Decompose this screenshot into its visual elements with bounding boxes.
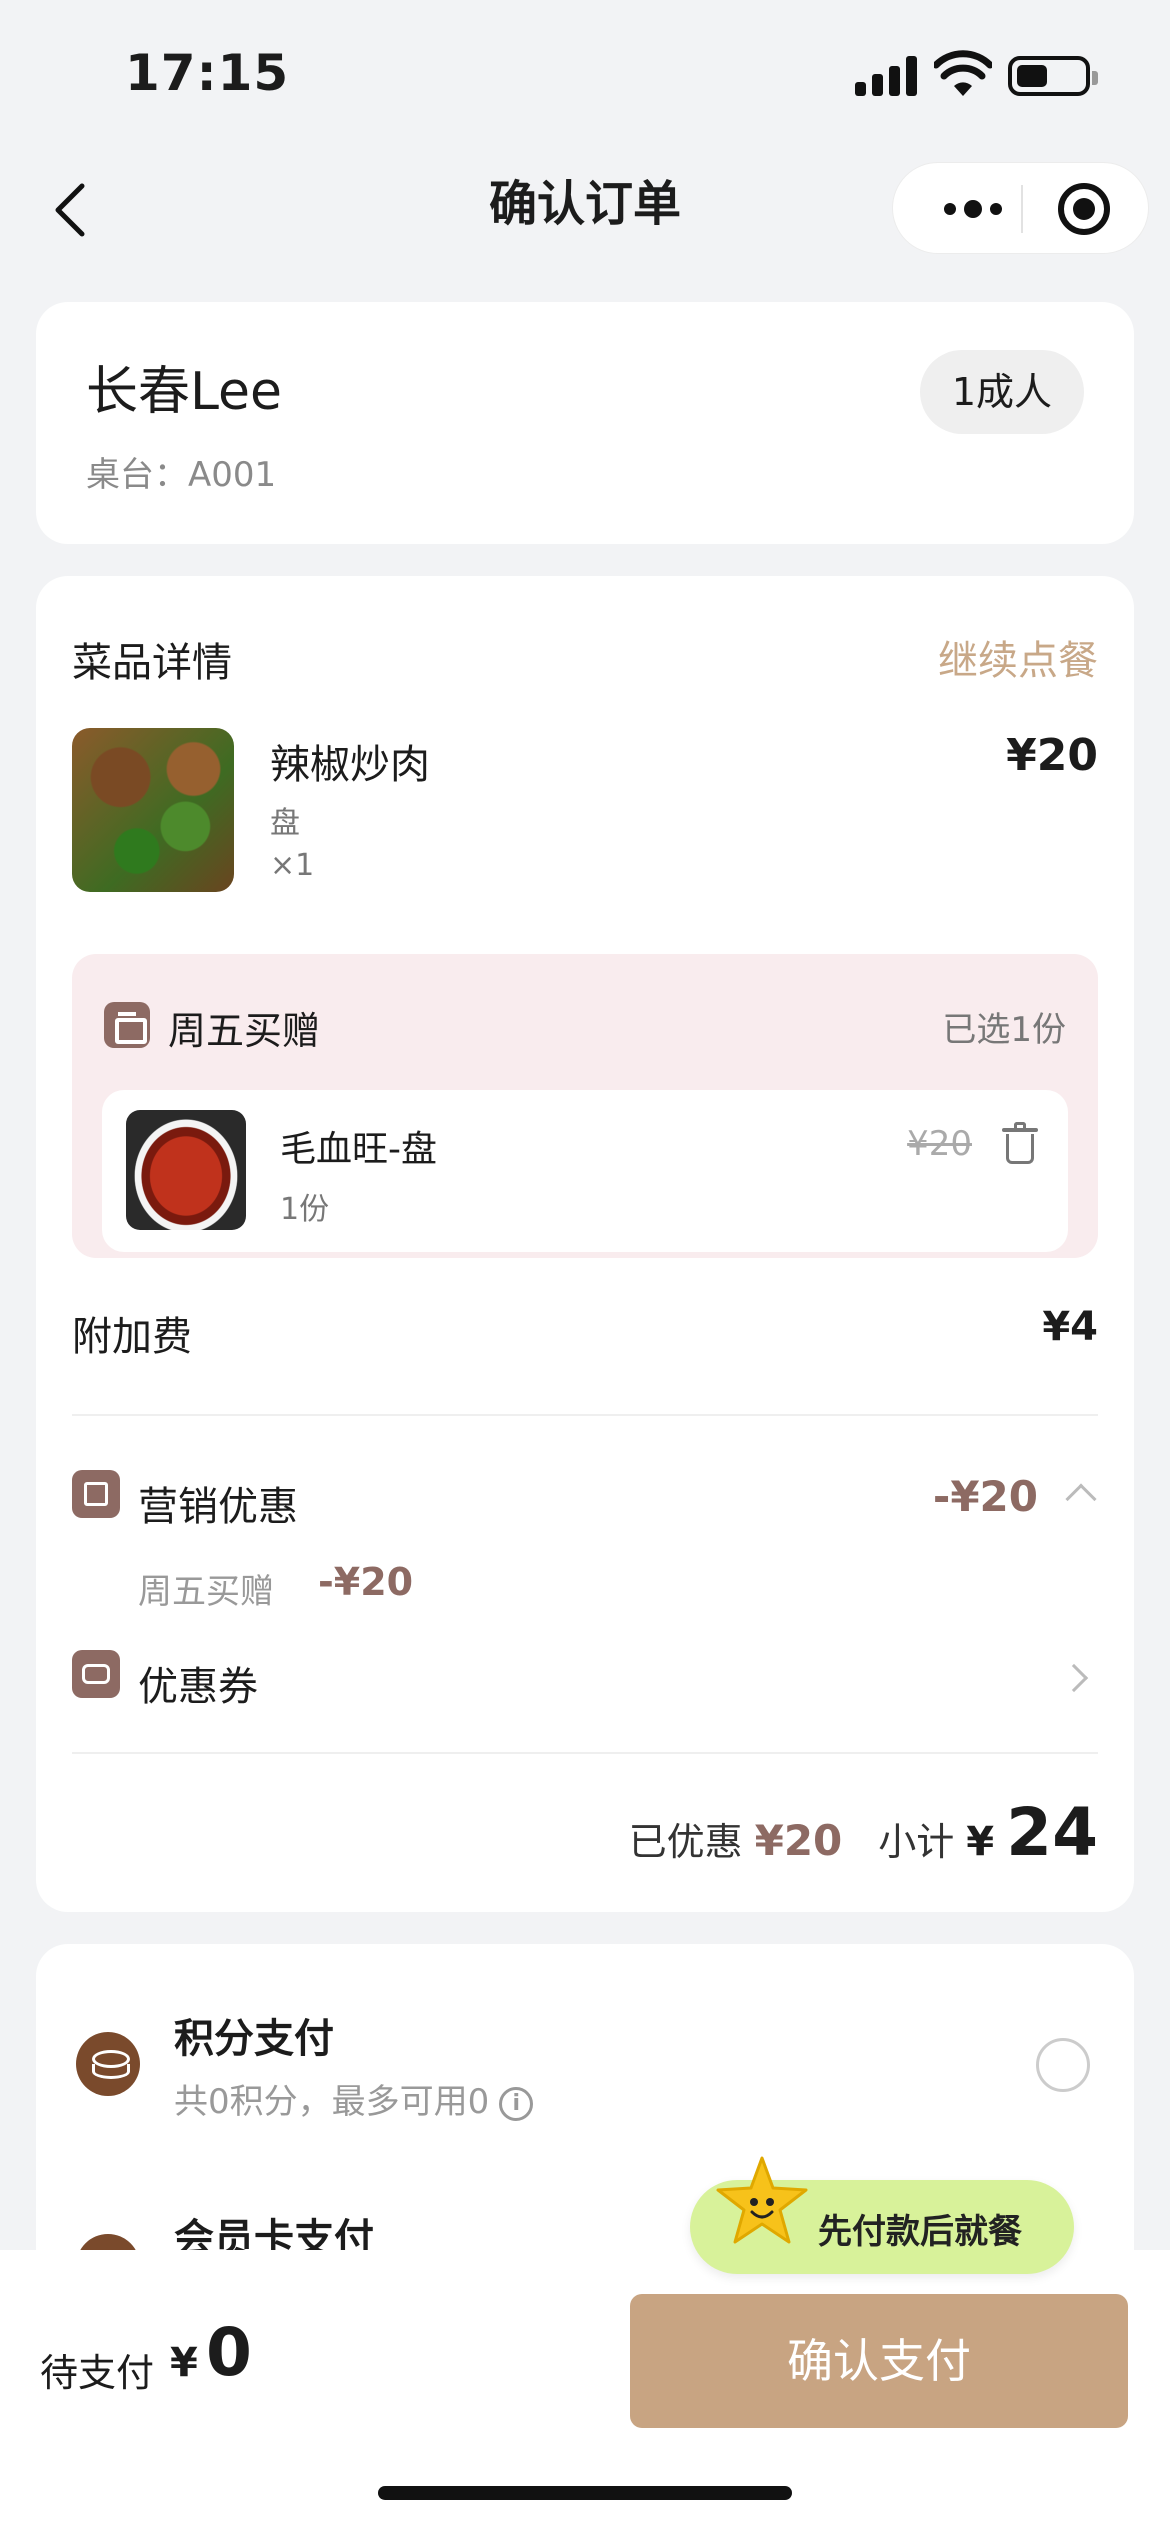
dish-section-title: 菜品详情 bbox=[72, 640, 232, 686]
subtotal-value: 24 bbox=[1006, 1794, 1098, 1871]
nav-bar: 确认订单 bbox=[0, 150, 1170, 270]
user-name: 长春Lee bbox=[86, 362, 283, 422]
pending-pay-currency: ¥ bbox=[170, 2340, 198, 2386]
marketing-discount-value: -¥20 bbox=[932, 1472, 1038, 1521]
gift-icon bbox=[104, 1002, 150, 1048]
mini-program-capsule bbox=[892, 162, 1149, 254]
marketing-discount-label[interactable]: 营销优惠 bbox=[138, 1474, 298, 1532]
promo-title: 周五买赠 bbox=[168, 1009, 321, 1053]
gift-original-price: ¥20 bbox=[907, 1124, 972, 1164]
order-summary: 已优惠 ¥20 小计 ¥ 24 bbox=[629, 1794, 1098, 1871]
pending-pay-amount: 0 bbox=[206, 2314, 252, 2391]
subtotal-currency: ¥ bbox=[966, 1819, 995, 1865]
coupon-icon bbox=[72, 1650, 120, 1698]
info-icon[interactable]: i bbox=[499, 2086, 534, 2121]
points-pay-radio[interactable] bbox=[1036, 2038, 1090, 2092]
dish-image bbox=[72, 728, 234, 892]
capsule-divider bbox=[1021, 185, 1023, 233]
marketing-detail-value: -¥20 bbox=[318, 1560, 414, 1604]
more-icon[interactable] bbox=[928, 189, 1018, 229]
promo-gift-box: 周五买赠 已选1份 毛血旺-盘 1份 ¥20 bbox=[72, 954, 1098, 1258]
status-time: 17:15 bbox=[125, 44, 290, 102]
pending-pay-label: 待支付 bbox=[40, 2351, 155, 2395]
subtotal-label: 小计 bbox=[878, 1820, 955, 1864]
signal-icon bbox=[855, 56, 917, 96]
wifi-icon bbox=[934, 50, 992, 96]
status-bar: 17:15 bbox=[0, 0, 1170, 150]
home-indicator bbox=[378, 2486, 792, 2500]
dish-name: 辣椒炒肉 bbox=[270, 742, 430, 788]
points-pay-desc: 共0积分，最多可用0 i bbox=[174, 2074, 534, 2123]
confirm-pay-button[interactable]: 确认支付 bbox=[630, 2294, 1128, 2428]
gift-item: 毛血旺-盘 1份 ¥20 bbox=[102, 1090, 1068, 1252]
promo-selected-count: 已选1份 bbox=[942, 1010, 1066, 1050]
marketing-icon bbox=[72, 1470, 120, 1518]
gift-image bbox=[126, 1110, 246, 1230]
dish-unit: 盘 bbox=[270, 806, 300, 841]
coupon-label[interactable]: 优惠券 bbox=[138, 1654, 258, 1712]
user-card: 长春Lee 桌台：A001 1成人 bbox=[36, 302, 1134, 544]
surcharge-label: 附加费 bbox=[72, 1314, 192, 1360]
table-number: 桌台：A001 bbox=[86, 455, 277, 495]
battery-icon bbox=[1008, 56, 1098, 96]
chevron-up-icon[interactable] bbox=[1065, 1483, 1097, 1515]
coins-icon bbox=[76, 2032, 140, 2096]
surcharge-value: ¥4 bbox=[1042, 1304, 1098, 1350]
discount-label: 已优惠 bbox=[628, 1820, 743, 1864]
trash-icon[interactable] bbox=[1002, 1122, 1038, 1168]
close-target-icon[interactable] bbox=[1058, 183, 1110, 235]
points-desc-text: 共0积分，最多可用0 bbox=[174, 2082, 490, 2122]
pay-first-tip-text: 先付款后就餐 bbox=[818, 2212, 1022, 2252]
dish-price: ¥20 bbox=[1006, 730, 1098, 781]
gift-name: 毛血旺-盘 bbox=[280, 1129, 437, 1170]
star-mascot-icon bbox=[716, 2156, 808, 2244]
discount-value: ¥20 bbox=[754, 1816, 843, 1865]
guests-badge[interactable]: 1成人 bbox=[919, 350, 1084, 434]
marketing-detail-name: 周五买赠 bbox=[138, 1572, 274, 1612]
continue-ordering-link[interactable]: 继续点餐 bbox=[938, 628, 1098, 686]
divider bbox=[72, 1752, 1098, 1754]
divider bbox=[72, 1414, 1098, 1416]
points-pay-title: 积分支付 bbox=[174, 2016, 334, 2062]
chevron-right-icon[interactable] bbox=[1059, 1663, 1089, 1693]
dish-quantity: ×1 bbox=[270, 848, 315, 883]
gift-count: 1份 bbox=[280, 1192, 330, 1227]
order-card: 菜品详情 继续点餐 辣椒炒肉 盘 ×1 ¥20 周五买赠 已选1份 毛血旺-盘 … bbox=[36, 576, 1134, 1912]
